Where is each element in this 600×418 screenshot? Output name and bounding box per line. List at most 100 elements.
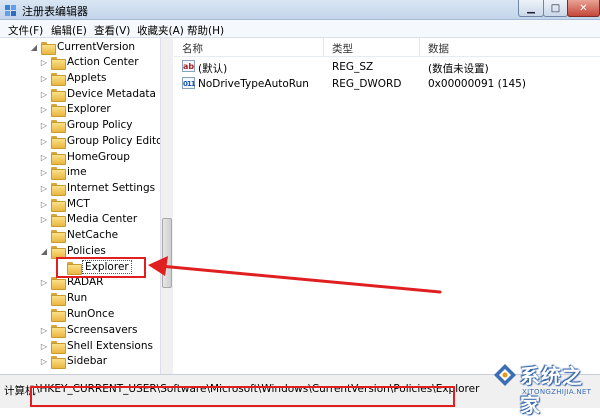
watermark-url: XITONGZHIJIA.NET [522, 388, 592, 396]
close-button[interactable]: ✕ [567, 0, 600, 17]
tree-item-label: Action Center [67, 56, 139, 68]
menu-help[interactable]: 帮助(H) [187, 23, 224, 38]
regedit-icon [5, 5, 16, 16]
tree-item[interactable]: ▷ Screensavers [40, 322, 137, 338]
folder-icon [51, 213, 66, 227]
tree-item[interactable]: ▷ Sidebar [40, 353, 107, 369]
maximize-button[interactable]: □ [543, 0, 568, 17]
tree-item[interactable]: ▷ Explorer [40, 101, 111, 117]
tree-item-label: ime [67, 166, 87, 178]
expand-icon[interactable]: ▷ [40, 215, 48, 224]
watermark-logo-icon [494, 364, 516, 386]
tree-item[interactable]: ▷ Shell Extensions [40, 338, 153, 354]
folder-icon [51, 245, 66, 259]
tree-item-label: Run [67, 292, 88, 304]
value-data: (数值未设置) [428, 63, 489, 75]
tree-item[interactable]: ▷ Applets [40, 70, 106, 86]
tree-item[interactable]: ▷ HomeGroup [40, 149, 130, 165]
expand-icon[interactable]: ▷ [40, 168, 48, 177]
tree-item-label: NetCache [67, 229, 119, 241]
tree-item[interactable]: NetCache [40, 227, 118, 243]
window-title: 注册表编辑器 [22, 5, 88, 18]
menu-bar: 文件(F) 编辑(E) 查看(V) 收藏夹(A) 帮助(H) [0, 20, 600, 38]
value-row[interactable]: 011 NoDriveTypeAutoRun REG_DWORD 0x00000… [174, 75, 600, 92]
folder-icon [51, 151, 66, 165]
folder-icon [51, 229, 66, 243]
menu-file[interactable]: 文件(F) [8, 23, 43, 38]
folder-icon [51, 276, 66, 290]
expand-icon[interactable]: ▷ [40, 200, 48, 209]
column-header-type[interactable]: 类型 [324, 38, 420, 56]
string-value-icon: ab [182, 60, 195, 72]
value-type: REG_SZ [332, 61, 374, 73]
menu-favorites[interactable]: 收藏夹(A) [137, 23, 184, 38]
folder-icon [51, 355, 66, 369]
expand-icon[interactable]: ▷ [40, 184, 48, 193]
expand-icon[interactable]: ▷ [40, 105, 48, 114]
expand-icon[interactable]: ▷ [40, 342, 48, 351]
tree-item-label: Shell Extensions [67, 340, 153, 352]
annotation-path-box [30, 386, 455, 407]
folder-icon [51, 340, 66, 354]
value-row[interactable]: ab (默认) REG_SZ (数值未设置) [174, 58, 600, 75]
folder-icon [51, 135, 66, 149]
expand-icon[interactable]: ▷ [40, 326, 48, 335]
minimize-button[interactable]: ▁ [518, 0, 544, 17]
expand-icon[interactable]: ▷ [40, 58, 48, 67]
collapse-icon[interactable]: ◢ [40, 247, 48, 256]
folder-icon [51, 103, 66, 117]
value-name: NoDriveTypeAutoRun [198, 78, 309, 90]
folder-icon [51, 166, 66, 180]
tree-item-label: HomeGroup [67, 151, 130, 163]
expand-icon[interactable]: ▷ [40, 90, 48, 99]
collapse-icon[interactable]: ◢ [30, 43, 38, 52]
tree-item[interactable]: ▷ Media Center [40, 211, 137, 227]
tree-item[interactable]: ▷ Internet Settings [40, 180, 155, 196]
value-type: REG_DWORD [332, 78, 402, 90]
folder-icon [51, 182, 66, 196]
folder-icon [51, 198, 66, 212]
binary-value-icon: 011 [182, 77, 196, 89]
folder-icon [51, 56, 66, 70]
header-divider [174, 56, 600, 57]
tree-scrollbar-thumb[interactable] [162, 218, 172, 288]
tree-item[interactable]: ▷ Group Policy [40, 117, 133, 133]
menu-edit[interactable]: 编辑(E) [51, 23, 87, 38]
tree-item-label: Device Metadata [67, 88, 156, 100]
expand-icon[interactable]: ▷ [40, 153, 48, 162]
folder-icon [51, 72, 66, 86]
tree-item[interactable]: ▷ ime [40, 164, 87, 180]
tree-item-currentversion[interactable]: ◢ CurrentVersion [30, 39, 135, 55]
tree-item-label: CurrentVersion [57, 41, 136, 53]
tree-item-label: Explorer [67, 103, 111, 115]
tree-item[interactable]: ▷ MCT [40, 196, 90, 212]
tree-item-label: Internet Settings [67, 182, 156, 194]
tree-item-label: Group Policy Editor [67, 135, 167, 147]
value-name: (默认) [198, 63, 228, 75]
expand-icon[interactable]: ▷ [40, 74, 48, 83]
tree-item-label: Media Center [67, 213, 138, 225]
tree-item[interactable]: ▷ Group Policy Editor [40, 133, 167, 149]
values-list: 名称 类型 数据 ab (默认) REG_SZ (数值未设置) 011 NoDr… [174, 38, 600, 374]
tree-item[interactable]: ▷ Device Metadata [40, 86, 156, 102]
tree-scrollbar[interactable] [160, 38, 173, 374]
folder-icon [51, 324, 66, 338]
tree-item-label: Screensavers [67, 324, 138, 336]
expand-icon[interactable]: ▷ [40, 137, 48, 146]
menu-view[interactable]: 查看(V) [94, 23, 130, 38]
tree-item-label: Applets [67, 72, 107, 84]
tree-item-label: Policies [67, 245, 106, 257]
watermark: 系统之家 XITONGZHIJIA.NET [492, 356, 598, 417]
tree-item-label: Sidebar [67, 355, 108, 367]
expand-icon[interactable]: ▷ [40, 121, 48, 130]
column-header-name[interactable]: 名称 [174, 38, 324, 56]
tree-item[interactable]: RunOnce [40, 306, 114, 322]
folder-icon [51, 292, 66, 306]
column-header-data[interactable]: 数据 [420, 38, 600, 56]
expand-icon[interactable]: ▷ [40, 278, 48, 287]
folder-icon [51, 88, 66, 102]
value-data: 0x00000091 (145) [428, 78, 526, 90]
tree-item[interactable]: Run [40, 290, 87, 306]
tree-item[interactable]: ▷ Action Center [40, 54, 139, 70]
expand-icon[interactable]: ▷ [40, 357, 48, 366]
